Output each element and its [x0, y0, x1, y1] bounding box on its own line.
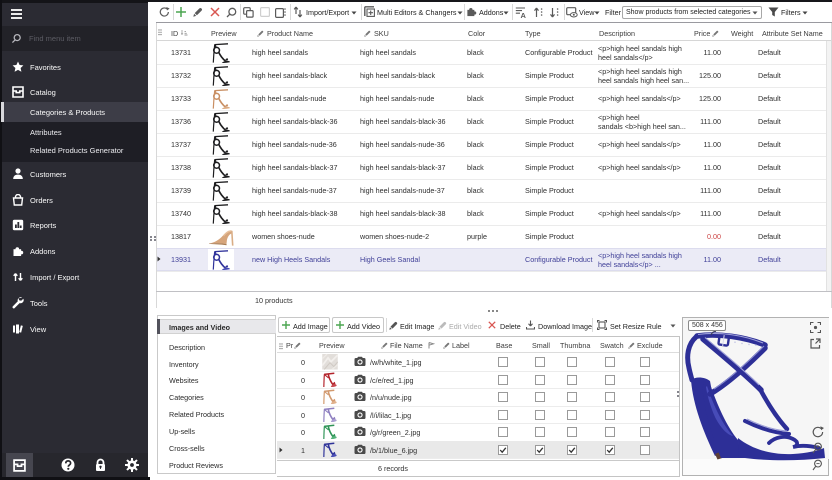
svg-text:A: A — [520, 11, 526, 18]
